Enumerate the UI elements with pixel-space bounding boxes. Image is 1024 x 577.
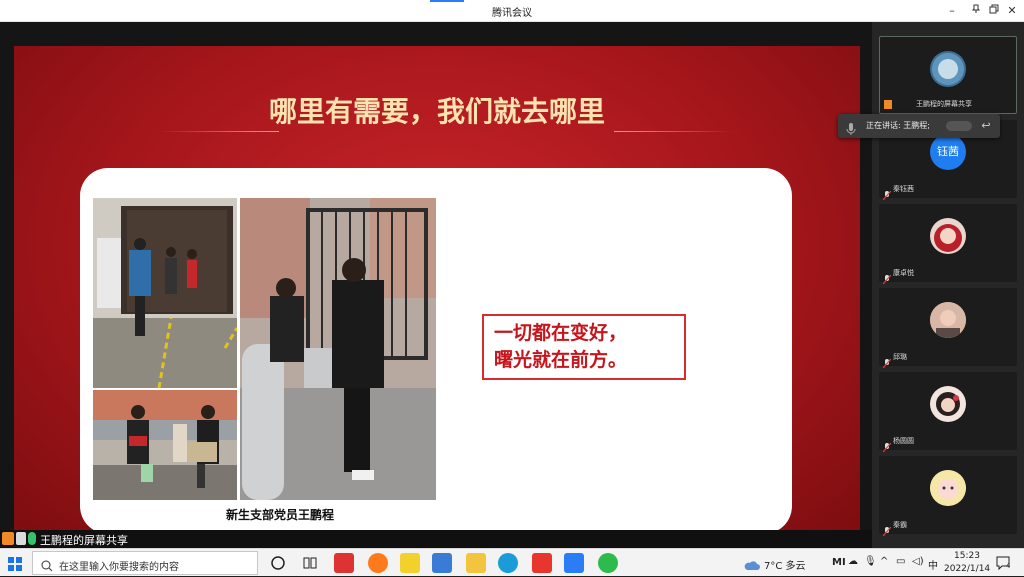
notification-count: 4 [1006,562,1011,570]
pin-icon[interactable] [968,3,984,19]
avatar [930,386,966,422]
heading-ornament-left [159,131,279,132]
mic-muted-icon [882,269,892,285]
participant-tile-screen-share[interactable]: 王鹏程的屏幕共享 [879,36,1017,114]
restore-icon[interactable] [986,3,1002,19]
weather-text[interactable]: 7°C 多云 [764,557,806,572]
search-placeholder: 在这里输入你要搜索的内容 [59,562,179,573]
mail-icon[interactable] [432,553,452,573]
avatar [930,302,966,338]
quote-box: 一切都在变好， 曙光就在前方。 [482,314,686,380]
photo-gate-turnstile [240,198,436,500]
participant-tile-qiu-lu[interactable]: 邱璐 [879,288,1017,369]
participant-name: 邱璐 [893,353,907,361]
title-bar: 腾讯会议 – ✕ [0,0,1024,22]
windows-taskbar: 在这里输入你要搜索的内容 7°C 多云 MI ☁ 🎙 ^ ▭ ◁) 中 15:2… [0,548,1024,576]
speaking-label: 正在讲话: 王鹏程; [866,121,930,130]
mic-on-icon [28,532,36,545]
screen-share-label: 王鹏程的屏幕共享 [40,534,128,547]
participant-tile-qin-ba[interactable]: 秦霸 [879,456,1017,537]
mic-muted-icon [882,185,892,201]
tencent-meeting-icon[interactable] [564,553,584,573]
photo-delivery [93,390,237,500]
host-icon [2,532,14,545]
title-accent [430,0,464,2]
quote-line-1: 一切都在变好， [494,322,628,344]
windows-start-icon[interactable] [8,556,22,571]
mic-muted-icon [882,437,892,453]
minimize-icon[interactable]: – [944,3,960,19]
mi-tray-icon[interactable]: MI [832,557,846,568]
wechat-icon[interactable] [598,553,618,573]
avatar: 钰茜 [930,134,966,170]
search-icon [41,557,53,572]
screen-share-icon [16,532,26,545]
photo-caption: 新生支部党员王鹏程 [225,508,334,522]
app-icon-red[interactable] [334,553,354,573]
participant-tile-kang-zhuoyue[interactable]: 康卓悦 [879,204,1017,285]
file-explorer-icon[interactable] [466,553,486,573]
weather-icon [744,556,760,570]
expand-tray-icon[interactable]: ^ [880,556,888,567]
avatar [930,51,966,87]
shared-screen[interactable]: 哪里有需要，我们就去哪里 新生支部党员王鹏程 一切都在变好， 曙光就在前方。 [0,22,872,544]
photo-checkpoint-room [93,198,237,388]
window-title: 腾讯会议 [492,8,532,19]
cortana-icon[interactable] [268,553,288,573]
presentation-slide: 哪里有需要，我们就去哪里 新生支部党员王鹏程 一切都在变好， 曙光就在前方。 [14,46,860,544]
wps-icon[interactable] [532,553,552,573]
edge-icon[interactable] [498,553,518,573]
collapse-speaker-icon[interactable]: ↩ [978,118,994,134]
taskbar-search[interactable]: 在这里输入你要搜索的内容 [32,551,258,575]
firefox-icon[interactable] [368,553,388,573]
quote-line-2: 曙光就在前方。 [494,349,628,371]
host-icon [884,100,892,109]
close-icon[interactable]: ✕ [1004,3,1020,19]
participant-name: 康卓悦 [893,269,914,277]
avatar [930,470,966,506]
clock-date[interactable]: 2022/1/14 [944,564,990,574]
participant-name: 秦霸 [893,521,907,529]
meeting-window: 腾讯会议 – ✕ 哪里有需要，我们就去哪里 新生支部党员王鹏程 一切都在变好， … [0,0,1024,548]
speaker-avatars [946,121,972,131]
sticky-notes-icon[interactable] [400,553,420,573]
mic-muted-icon [882,521,892,537]
participant-name: 秦钰茜 [893,185,914,193]
network-icon[interactable]: ▭ [896,556,905,567]
task-view-icon[interactable] [300,553,320,573]
volume-icon[interactable]: ◁) [912,556,924,567]
ime-indicator[interactable]: 中 [928,557,938,572]
cloud-tray-icon[interactable]: ☁ [848,556,858,567]
participant-name: 杨圆圆 [893,437,914,445]
participant-tile-yang-yuanyuan[interactable]: 杨圆圆 [879,372,1017,453]
speaking-indicator: 正在讲话: 王鹏程; ↩ [838,114,1000,138]
heading-ornament-right [614,131,734,132]
slide-heading: 哪里有需要，我们就去哪里 [268,95,605,128]
participant-panel: 王鹏程的屏幕共享 钰茜 秦钰茜 康卓悦 邱璐 杨圆圆 秦霸 [872,22,1024,548]
avatar [930,218,966,254]
mic-tray-icon[interactable]: 🎙 [864,556,877,567]
speaker-mic-icon [846,120,856,135]
mic-muted-icon [882,353,892,369]
participant-name: 王鹏程的屏幕共享 [916,100,972,108]
clock-time[interactable]: 15:23 [954,551,980,561]
screen-share-indicator: 王鹏程的屏幕共享 [0,530,872,548]
content-card: 新生支部党员王鹏程 一切都在变好， 曙光就在前方。 [80,168,792,534]
